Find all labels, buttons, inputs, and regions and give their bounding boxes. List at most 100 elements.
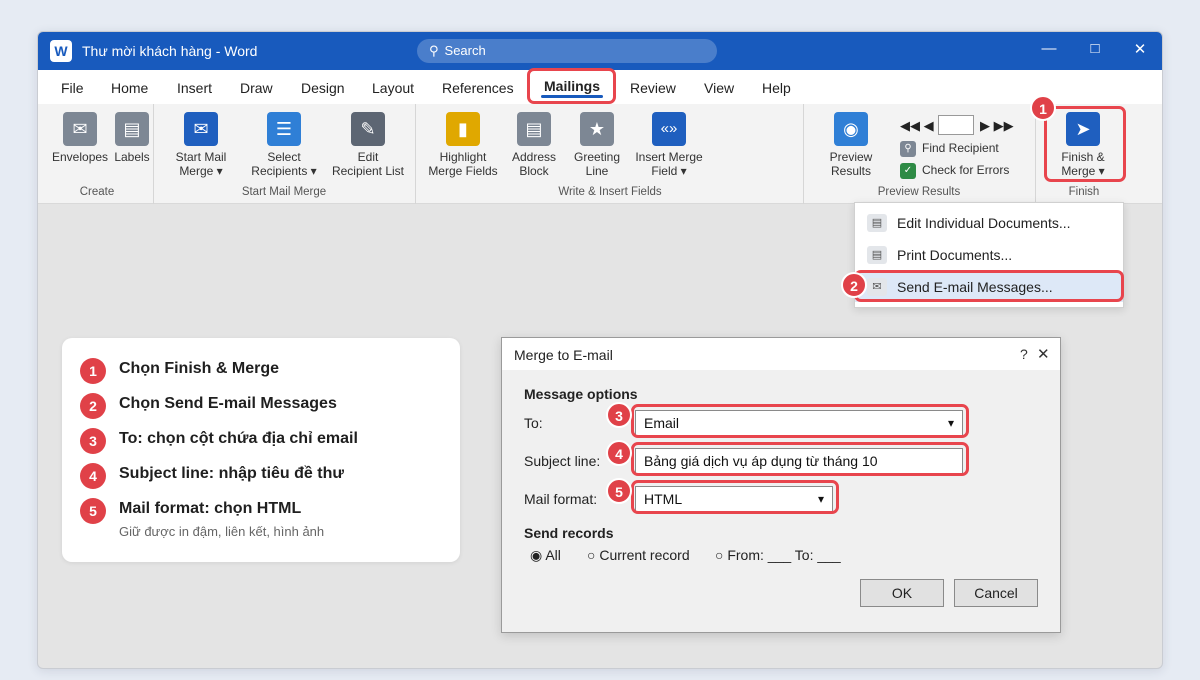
edit-pencil-icon: ✎ — [351, 112, 385, 146]
preview-line2: Results — [830, 164, 871, 178]
dialog-title: Merge to E-mail — [514, 347, 613, 363]
search-placeholder: Search — [444, 43, 486, 58]
step-number: 5 — [80, 498, 106, 524]
tab-file[interactable]: File — [61, 80, 84, 96]
mail-format-label: Mail format: — [524, 491, 598, 507]
tab-draw[interactable]: Draw — [240, 80, 273, 96]
tab-layout[interactable]: Layout — [372, 80, 414, 96]
record-number-input[interactable] — [938, 115, 974, 135]
dialog-title-bar: Merge to E-mail ? ✕ — [502, 338, 1060, 370]
step-number: 1 — [80, 358, 106, 384]
tab-home[interactable]: Home — [111, 80, 148, 96]
labels-icon: ▤ — [115, 112, 149, 146]
step-number: 3 — [80, 428, 106, 454]
to-field-highlight — [631, 404, 969, 438]
step-text: To: chọn cột chứa địa chỉ email — [119, 430, 358, 447]
minimize-button[interactable]: — — [1037, 40, 1061, 57]
insert-merge-field-button[interactable]: «» Insert Merge Field ▾ — [632, 112, 706, 178]
highlight-merge-fields-button[interactable]: ▮ Highlight Merge Fields — [426, 112, 500, 178]
tab-design[interactable]: Design — [301, 80, 345, 96]
greeting-line1: Greeting — [573, 150, 621, 164]
tab-insert[interactable]: Insert — [177, 80, 212, 96]
step-badge-1: 1 — [1030, 95, 1056, 121]
close-icon[interactable]: ✕ — [1037, 345, 1050, 363]
nav-first-prev-buttons[interactable]: ◀◀ ◀ — [900, 118, 934, 134]
subject-field-highlight — [631, 442, 969, 476]
step-badge-3: 3 — [606, 402, 632, 428]
highlight-line1: Highlight — [439, 150, 487, 164]
address-block-icon: ▤ — [517, 112, 551, 146]
address-block-line2: Block — [519, 164, 549, 178]
find-recipient-button[interactable]: ⚲ Find Recipient — [900, 141, 999, 157]
group-preview-results-label: Preview Results — [877, 186, 961, 198]
radio-from-to[interactable]: ○ From: ___ To: ___ — [715, 547, 841, 563]
step-text: Chọn Send E-mail Messages — [119, 395, 337, 412]
ok-button[interactable]: OK — [860, 579, 944, 607]
envelopes-button[interactable]: ✉ Envelopes — [52, 112, 108, 164]
start-mail-merge-button[interactable]: ✉ Start Mail Merge ▾ — [168, 112, 234, 178]
search-box[interactable]: ⚲ Search — [417, 39, 717, 63]
step-number: 4 — [80, 463, 106, 489]
radio-all[interactable]: ◉ All — [530, 547, 561, 564]
insert-merge-line2: Field ▾ — [651, 164, 687, 178]
group-divider — [803, 104, 804, 204]
menu-item-print-documents[interactable]: ▤ Print Documents... — [855, 240, 1123, 270]
step-text: Subject line: nhập tiêu đề thư — [119, 465, 344, 482]
select-recipients-button[interactable]: ☰ Select Recipients ▾ — [246, 112, 322, 178]
menu-item-label: Print Documents... — [897, 247, 1013, 263]
menu-item-label: Edit Individual Documents... — [897, 215, 1071, 231]
step-text: Chọn Finish & Merge — [119, 360, 279, 377]
window-title: Thư mời khách hàng - Word — [82, 43, 258, 59]
address-block-button[interactable]: ▤ Address Block — [508, 112, 560, 178]
labels-button[interactable]: ▤ Labels — [112, 112, 152, 164]
checkmark-icon: ✓ — [900, 163, 916, 179]
word-window: W Thư mời khách hàng - Word ⚲ Search — □ … — [37, 31, 1163, 669]
print-icon: ▤ — [867, 246, 887, 264]
tab-help[interactable]: Help — [762, 80, 791, 96]
highlighter-icon: ▮ — [446, 112, 480, 146]
tab-view[interactable]: View — [704, 80, 734, 96]
message-options-heading: Message options — [524, 386, 638, 402]
preview-results-button[interactable]: ◉ Preview Results — [822, 112, 880, 178]
address-block-line1: Address — [511, 150, 557, 164]
merge-field-icon: «» — [652, 112, 686, 146]
edit-recipient-list-button[interactable]: ✎ Edit Recipient List — [328, 112, 408, 178]
tab-review[interactable]: Review — [630, 80, 676, 96]
mail-merge-icon: ✉ — [184, 112, 218, 146]
ribbon: ✉ Envelopes ▤ Labels Create ✉ Start Mail… — [38, 104, 1162, 204]
preview-line1: Preview — [829, 150, 873, 164]
step-badge-5: 5 — [606, 478, 632, 504]
greeting-line-button[interactable]: ★ Greeting Line — [571, 112, 623, 178]
tab-references[interactable]: References — [442, 80, 514, 96]
find-icon: ⚲ — [900, 141, 916, 157]
cancel-button[interactable]: Cancel — [954, 579, 1038, 607]
labels-label: Labels — [114, 150, 150, 164]
nav-next-last-buttons[interactable]: ▶ ▶▶ — [980, 118, 1014, 134]
close-button[interactable]: ✕ — [1128, 40, 1152, 58]
check-errors-button[interactable]: ✓ Check for Errors — [900, 163, 1009, 179]
greeting-line2: Line — [585, 164, 609, 178]
step-number: 2 — [80, 393, 106, 419]
to-label: To: — [524, 415, 543, 431]
group-divider — [153, 104, 154, 204]
mail-format-highlight — [631, 480, 839, 514]
finish-merge-highlight — [1044, 106, 1126, 182]
send-email-highlight — [854, 270, 1124, 302]
send-records-heading: Send records — [524, 525, 614, 541]
menu-item-edit-documents[interactable]: ▤ Edit Individual Documents... — [855, 208, 1123, 238]
document-icon: ▤ — [867, 214, 887, 232]
envelope-icon: ✉ — [63, 112, 97, 146]
group-write-insert-label: Write & Insert Fields — [558, 186, 662, 198]
select-recipients-line1: Select — [267, 150, 301, 164]
radio-current-record[interactable]: ○ Current record — [587, 547, 690, 563]
envelopes-label: Envelopes — [52, 150, 109, 164]
help-icon[interactable]: ? — [1020, 346, 1028, 362]
preview-icon: ◉ — [834, 112, 868, 146]
search-icon: ⚲ — [429, 43, 439, 58]
group-create-label: Create — [79, 186, 115, 198]
step-text: Mail format: chọn HTML — [119, 500, 302, 517]
step-subtext: Giữ được in đậm, liên kết, hình ảnh — [119, 524, 325, 539]
recipients-list-icon: ☰ — [267, 112, 301, 146]
maximize-button[interactable]: □ — [1083, 40, 1107, 57]
group-finish-label: Finish — [1068, 186, 1100, 198]
